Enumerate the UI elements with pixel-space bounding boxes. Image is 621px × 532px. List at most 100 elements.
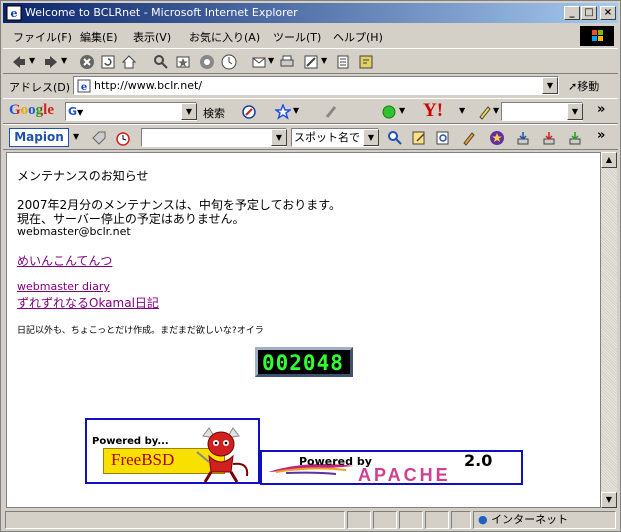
- star-badge-icon[interactable]: [489, 130, 505, 146]
- back-dropdown-icon[interactable]: ▼: [29, 56, 35, 65]
- google-site-search-icon[interactable]: [241, 104, 257, 120]
- edit-icon[interactable]: [303, 54, 319, 70]
- forward-icon[interactable]: [43, 54, 59, 70]
- google-bookmark-star-icon[interactable]: [275, 104, 291, 120]
- apache-version: 2.0: [464, 451, 493, 470]
- back-icon[interactable]: [11, 54, 27, 70]
- spot-select-dropdown-icon[interactable]: ▼: [363, 129, 379, 146]
- browser-window: e Welcome to BCLRnet - Microsoft Interne…: [0, 0, 621, 532]
- mapion-dropdown-icon[interactable]: ▼: [73, 132, 79, 141]
- note-edit-icon[interactable]: [411, 130, 427, 146]
- spot-select-value: スポット名で: [294, 131, 360, 144]
- google-g-icon: G: [68, 105, 78, 118]
- counter-digits: 002048: [262, 351, 344, 375]
- go-button[interactable]: ➚移動: [568, 78, 599, 94]
- mapion-search-input[interactable]: [141, 128, 287, 147]
- download-icon-3[interactable]: [567, 130, 583, 146]
- menu-help[interactable]: ヘルプ(H): [333, 29, 383, 45]
- window-title: Welcome to BCLRnet - Microsoft Internet …: [25, 6, 298, 19]
- status-pane-6: [451, 511, 471, 529]
- status-pane-3: [373, 511, 397, 529]
- search-icon[interactable]: [153, 54, 169, 70]
- maximize-button[interactable]: □: [581, 6, 597, 20]
- mail-icon[interactable]: [251, 54, 267, 70]
- status-pane-2: [347, 511, 371, 529]
- mapion-toolbar-more-icon[interactable]: »: [597, 128, 605, 143]
- home-icon[interactable]: [121, 54, 137, 70]
- apache-name: APACHE: [358, 465, 451, 485]
- standard-toolbar: ▼ ▼ ▼ ▼: [3, 48, 618, 74]
- magnifier-icon[interactable]: [387, 130, 403, 146]
- google-pagerank-icon: [325, 106, 337, 118]
- google-g-dropdown-icon[interactable]: ▼: [77, 108, 83, 117]
- clock-icon[interactable]: [115, 130, 131, 146]
- security-zone[interactable]: ● インターネット: [473, 511, 616, 529]
- google-toolbar: Google G▼ ▼ 検索 ▼ ▼ Y! ▼ ▼ ▼ »: [3, 98, 618, 124]
- status-pane-5: [425, 511, 449, 529]
- freebsd-badge[interactable]: Powered by... FreeBSD: [85, 418, 260, 484]
- download-icon-2[interactable]: [541, 130, 557, 146]
- menu-file[interactable]: ファイル(F): [13, 29, 72, 45]
- yahoo-dropdown-icon[interactable]: ▼: [459, 106, 465, 115]
- print-icon[interactable]: [279, 54, 295, 70]
- yahoo-search-dropdown-icon[interactable]: ▼: [567, 103, 583, 120]
- google-search-dropdown-icon[interactable]: ▼: [181, 103, 197, 120]
- webmaster-diary-link[interactable]: webmaster diary: [17, 280, 110, 293]
- yahoo-logo-icon[interactable]: Y!: [423, 100, 443, 122]
- favorites-icon[interactable]: [175, 54, 191, 70]
- menu-tools[interactable]: ツール(T): [273, 29, 321, 45]
- webmaster-email: webmaster@bclr.net: [17, 225, 131, 238]
- green-status-dropdown-icon[interactable]: ▼: [399, 106, 405, 115]
- messenger-icon[interactable]: [358, 54, 374, 70]
- go-label: 移動: [577, 80, 600, 93]
- freebsd-badge-line1: Powered by...: [92, 436, 169, 447]
- minimize-button[interactable]: _: [564, 6, 580, 20]
- google-logo[interactable]: Google: [9, 102, 54, 119]
- mapion-toolbar: Mapion ▼ ▼ スポット名で ▼ »: [3, 124, 618, 150]
- highlighter-icon[interactable]: [477, 104, 493, 120]
- title-bar[interactable]: e Welcome to BCLRnet - Microsoft Interne…: [3, 3, 618, 23]
- google-star-dropdown-icon[interactable]: ▼: [293, 106, 299, 115]
- globe-icon: ●: [478, 513, 488, 526]
- address-dropdown-icon[interactable]: ▼: [542, 77, 558, 94]
- main-contents-link[interactable]: めいんこんてんつ: [17, 252, 112, 269]
- history-icon[interactable]: [221, 54, 237, 70]
- highlighter-dropdown-icon[interactable]: ▼: [493, 106, 499, 115]
- scroll-up-icon[interactable]: ▲: [601, 152, 617, 168]
- google-search-input[interactable]: G▼: [65, 102, 197, 121]
- scroll-down-icon[interactable]: ▼: [601, 492, 617, 508]
- refresh-icon[interactable]: [100, 54, 116, 70]
- green-status-icon[interactable]: [381, 104, 397, 120]
- forward-dropdown-icon[interactable]: ▼: [61, 56, 67, 65]
- zoom-page-icon[interactable]: [435, 130, 451, 146]
- mapion-search-dropdown-icon[interactable]: ▼: [271, 129, 287, 146]
- menu-favorites[interactable]: お気に入り(A): [189, 29, 260, 45]
- stop-icon[interactable]: [79, 54, 95, 70]
- windows-logo-icon: [580, 26, 614, 46]
- tag-icon[interactable]: [91, 130, 107, 146]
- address-input[interactable]: e http://www.bclr.net/: [73, 76, 559, 95]
- media-icon[interactable]: [199, 54, 215, 70]
- mail-dropdown-icon[interactable]: ▼: [268, 56, 274, 65]
- menu-edit[interactable]: 編集(E): [80, 29, 118, 45]
- google-search-button[interactable]: 検索: [203, 105, 225, 121]
- pen-icon[interactable]: [461, 130, 477, 146]
- edit-dropdown-icon[interactable]: ▼: [321, 56, 327, 65]
- okamal-diary-link[interactable]: ずれずれなるOkamal日記: [17, 294, 159, 311]
- apache-badge[interactable]: Powered by 2.0 APACHE: [260, 450, 523, 485]
- download-icon-1[interactable]: [515, 130, 531, 146]
- address-label: アドレス(D): [9, 81, 71, 94]
- mapion-logo[interactable]: Mapion: [9, 128, 69, 147]
- bsd-daemon-icon: [196, 427, 249, 483]
- svg-text:e: e: [11, 7, 18, 20]
- zone-label: インターネット: [491, 513, 569, 526]
- google-toolbar-more-icon[interactable]: »: [597, 102, 605, 117]
- status-pane-4: [399, 511, 423, 529]
- vertical-scrollbar[interactable]: ▲ ▼: [601, 152, 617, 508]
- close-button[interactable]: ×: [600, 6, 616, 20]
- discuss-icon[interactable]: [335, 54, 351, 70]
- ie-icon: e: [6, 5, 22, 21]
- menu-view[interactable]: 表示(V): [133, 29, 171, 45]
- status-text-pane: [5, 511, 345, 529]
- address-url: http://www.bclr.net/: [94, 79, 203, 92]
